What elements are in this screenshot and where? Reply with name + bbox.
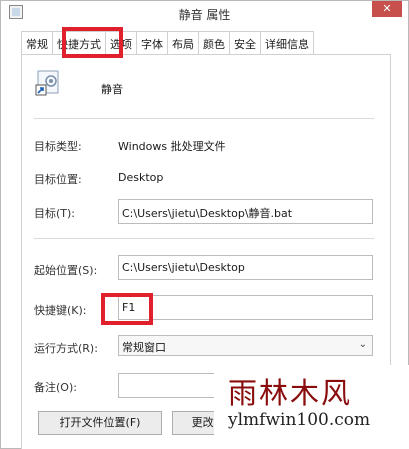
tab-general[interactable]: 常规: [21, 31, 53, 55]
tab-layout[interactable]: 布局: [167, 31, 199, 55]
run-select[interactable]: 常规窗口 ⌄: [118, 335, 373, 356]
close-button[interactable]: ✕: [372, 1, 402, 17]
start-in-field[interactable]: C:\Users\jietu\Desktop: [118, 255, 373, 280]
tab-details[interactable]: 详细信息: [260, 31, 314, 55]
target-type-label: 目标类型:: [34, 140, 82, 153]
start-in-label: 起始位置(S):: [34, 264, 98, 277]
tab-security[interactable]: 安全: [229, 31, 261, 55]
window-title: 静音 属性: [178, 8, 231, 22]
target-field[interactable]: C:\Users\jietu\Desktop\静音.bat: [118, 199, 373, 224]
separator: [34, 238, 374, 239]
properties-window: 静音 属性 ✕ 常规 快捷方式 选项 字体 布局 颜色 安全 详细信息 静音 目…: [0, 0, 409, 449]
tab-font[interactable]: 字体: [136, 31, 168, 55]
shortcut-key-label: 快捷键(K):: [34, 304, 87, 317]
comment-label: 备注(O):: [34, 381, 77, 394]
watermark-url: ylmfwin100.com: [228, 410, 371, 430]
batch-file-icon: [35, 70, 59, 96]
watermark-chinese: 雨林木风: [228, 376, 353, 410]
target-label: 目标(T):: [34, 207, 76, 220]
shortcut-key-highlight: [101, 293, 153, 325]
shortcut-name: 静音: [101, 83, 123, 96]
run-select-value: 常规窗口: [122, 341, 166, 354]
run-label: 运行方式(R):: [34, 342, 98, 355]
target-type-value: Windows 批处理文件: [118, 140, 226, 153]
target-location-value: Desktop: [118, 171, 164, 184]
separator: [34, 118, 374, 119]
chevron-down-icon: ⌄: [358, 339, 367, 350]
title-bar: 静音 属性 ✕: [1, 1, 408, 25]
target-location-label: 目标位置:: [34, 173, 82, 186]
open-file-location-button[interactable]: 打开文件位置(F): [38, 411, 162, 435]
tab-colors[interactable]: 颜色: [198, 31, 230, 55]
shortcut-key-field[interactable]: F1: [118, 295, 373, 320]
shortcut-tab-highlight: [62, 27, 123, 58]
